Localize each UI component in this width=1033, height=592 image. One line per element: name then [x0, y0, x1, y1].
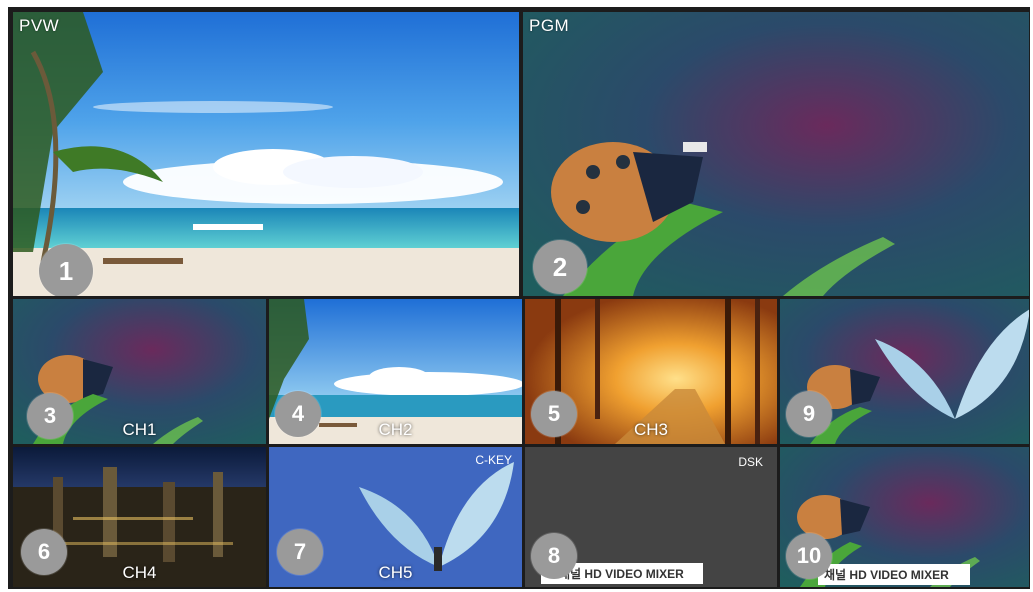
callout-10: 10 — [786, 533, 832, 579]
callout-2: 2 — [533, 240, 587, 294]
callout-3: 3 — [27, 393, 73, 439]
callout-7: 7 — [277, 529, 323, 575]
ch5-window[interactable]: C-KEY CH5 7 — [269, 447, 522, 587]
dsk-preview-overlay-text: 채널 HD VIDEO MIXER — [818, 564, 970, 585]
callout-4: 4 — [275, 391, 321, 437]
pgm-label: PGM — [529, 16, 570, 35]
dsk-window[interactable]: DSK ～채널 HD VIDEO MIXER 8 — [525, 447, 777, 587]
ch2-window[interactable]: CH2 4 — [269, 299, 522, 444]
ch3-window[interactable]: CH3 5 — [525, 299, 777, 444]
callout-8: 8 — [531, 533, 577, 579]
pvw-window[interactable]: PVW 1 — [13, 12, 519, 296]
ch4-window[interactable]: CH4 6 — [13, 447, 266, 587]
callout-5: 5 — [531, 391, 577, 437]
dsk-label: DSK — [738, 455, 763, 469]
pvw-label: PVW — [19, 16, 60, 35]
ch1-window[interactable]: CH1 3 — [13, 299, 266, 444]
dsk-preview-window[interactable]: 채널 HD VIDEO MIXER 10 — [780, 447, 1029, 587]
ckey-label: C-KEY — [475, 453, 512, 467]
ckey-preview-window[interactable]: 9 — [780, 299, 1029, 444]
ladybug-scene — [523, 12, 1029, 296]
callout-6: 6 — [21, 529, 67, 575]
pgm-window[interactable]: PGM 2 — [523, 12, 1029, 296]
callout-9: 9 — [786, 391, 832, 437]
callout-1: 1 — [39, 244, 93, 296]
beach-scene — [13, 12, 519, 296]
